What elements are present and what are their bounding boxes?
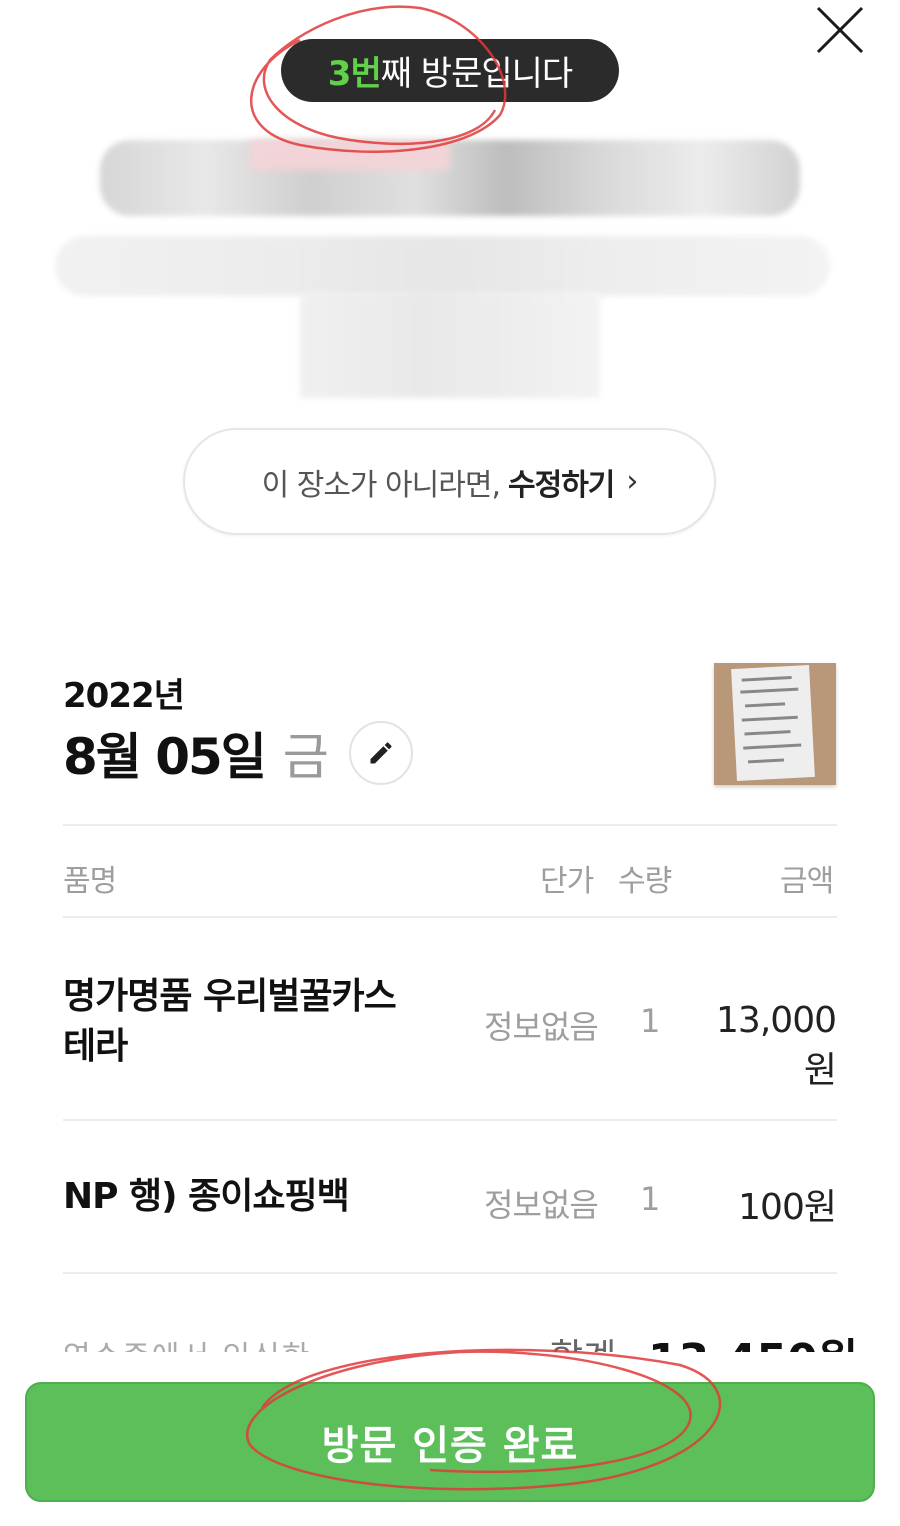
header-item-name: 품명 [63, 864, 117, 899]
pencil-icon [370, 742, 392, 764]
visit-count: 3번 [327, 54, 382, 94]
recognized-note: 영수증에서 인식한 [63, 1332, 311, 1352]
item-name: 명가명품 우리벌꿀카스 테라 [63, 972, 397, 1072]
item-name: NP 행) 종이쇼핑백 [63, 1176, 350, 1217]
total-label: 합계 [550, 1330, 616, 1352]
divider [63, 1272, 837, 1274]
receipt-paper [731, 665, 815, 781]
header-amount: 금액 [780, 864, 834, 899]
item-name-line: 명가명품 우리벌꿀카스 [63, 976, 397, 1017]
item-unit-price: 정보없음 [484, 1186, 599, 1224]
redacted-place-name-tint [250, 140, 450, 170]
item-quantity: 1 [640, 1180, 660, 1218]
summary-row-partial: 영수증에서 인식한 합계 13,450원 [0, 1330, 900, 1352]
visit-weekday: 금 [282, 728, 329, 786]
visit-count-badge: 3번 째 방문입니다 [281, 39, 619, 102]
chevron-right-icon: › [626, 464, 638, 499]
edit-date-button[interactable] [348, 721, 413, 785]
divider [63, 1119, 837, 1121]
redacted-place-address [55, 236, 830, 296]
item-amount: 13,000원 [716, 1000, 837, 1091]
place-correction-link: 수정하기 [508, 467, 615, 503]
close-icon [816, 6, 864, 54]
redacted-place-name [100, 140, 800, 216]
item-unit-price: 정보없음 [484, 1008, 599, 1046]
divider [63, 824, 837, 826]
total-amount: 13,450원 [648, 1330, 858, 1352]
header-unit-price: 단가 [540, 864, 594, 899]
header-quantity: 수량 [618, 864, 672, 899]
visit-year: 2022년 [63, 676, 185, 716]
item-quantity: 1 [640, 1002, 660, 1040]
receipt-photo-thumbnail[interactable] [714, 663, 836, 785]
visit-count-suffix: 째 방문입니다 [380, 54, 573, 94]
close-button[interactable] [812, 2, 868, 58]
confirm-visit-button[interactable]: 방문 인증 완료 [25, 1382, 875, 1502]
redacted-place-detail [300, 292, 600, 398]
visit-date-row: 8월 05일 금 [63, 718, 413, 788]
item-name-line: 테라 [63, 1026, 128, 1067]
place-correction-button[interactable]: 이 장소가 아니라면, 수정하기 › [183, 428, 716, 535]
visit-month-day: 8월 05일 [63, 728, 267, 786]
place-correction-prefix: 이 장소가 아니라면, [261, 467, 501, 503]
item-amount: 100원 [738, 1187, 837, 1228]
divider [63, 916, 837, 918]
